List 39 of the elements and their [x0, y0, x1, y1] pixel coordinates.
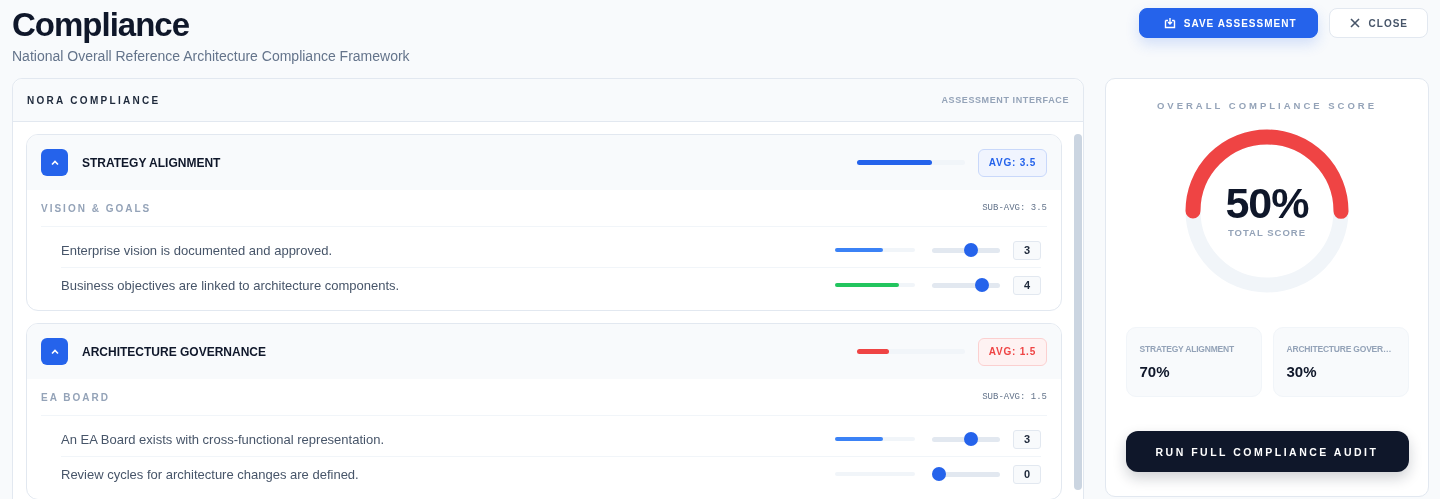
section-title: ARCHITECTURE GOVERNANCE [82, 344, 267, 359]
close-button[interactable]: CLOSE [1328, 8, 1428, 38]
save-icon [1163, 17, 1176, 29]
score-caption: TOTAL SCORE [1227, 227, 1306, 238]
close-icon [1348, 17, 1361, 29]
average-badge: AVG: 1.5 [977, 337, 1047, 366]
score-value: 3 [1013, 429, 1041, 449]
criterion-text: An EA Board exists with cross-functional representation. [61, 431, 385, 447]
score-slider[interactable] [932, 467, 1000, 481]
score-slider[interactable] [932, 243, 1000, 257]
criterion-text: Business objectives are linked to architecture components. [61, 277, 401, 293]
stat-value: 30% [1286, 363, 1318, 380]
page-title: Compliance [12, 6, 191, 44]
save-button[interactable]: SAVE ASSESSMENT [1138, 8, 1318, 38]
score-slider[interactable] [932, 432, 1000, 446]
score-title: OVERALL COMPLIANCE SCORE [1156, 100, 1378, 111]
stat-label: ARCHITECTURE GOVER… [1286, 344, 1393, 354]
total-score: 50% [1225, 179, 1309, 227]
group-title: EA BOARD [41, 391, 110, 403]
panel-caption: ASSESSMENT INTERFACE [941, 95, 1069, 105]
score-slider[interactable] [932, 278, 1000, 292]
section-title: STRATEGY ALIGNMENT [82, 155, 222, 170]
sub-average: SUB-AVG: 3.5 [982, 203, 1047, 213]
sub-average: SUB-AVG: 1.5 [982, 392, 1047, 402]
score-value: 3 [1013, 240, 1041, 260]
collapse-toggle[interactable] [41, 338, 68, 365]
panel-title: NORA COMPLIANCE [27, 94, 161, 106]
score-value: 4 [1013, 275, 1041, 295]
criterion-text: Review cycles for architecture changes are defined. [61, 466, 360, 482]
collapse-toggle[interactable] [41, 149, 68, 176]
scrollbar[interactable] [1074, 134, 1082, 490]
stat-label: STRATEGY ALIGNMENT [1139, 344, 1235, 354]
score-value: 0 [1013, 464, 1041, 484]
group-title: VISION & GOALS [41, 202, 152, 214]
average-badge: AVG: 3.5 [977, 148, 1047, 177]
stat-value: 70% [1139, 363, 1171, 380]
criterion-text: Enterprise vision is documented and approved. [61, 242, 333, 258]
audit-button[interactable]: RUN FULL COMPLIANCE AUDIT [1125, 431, 1409, 472]
page-subtitle: National Overall Reference Architecture Compliance Framework [12, 48, 410, 64]
